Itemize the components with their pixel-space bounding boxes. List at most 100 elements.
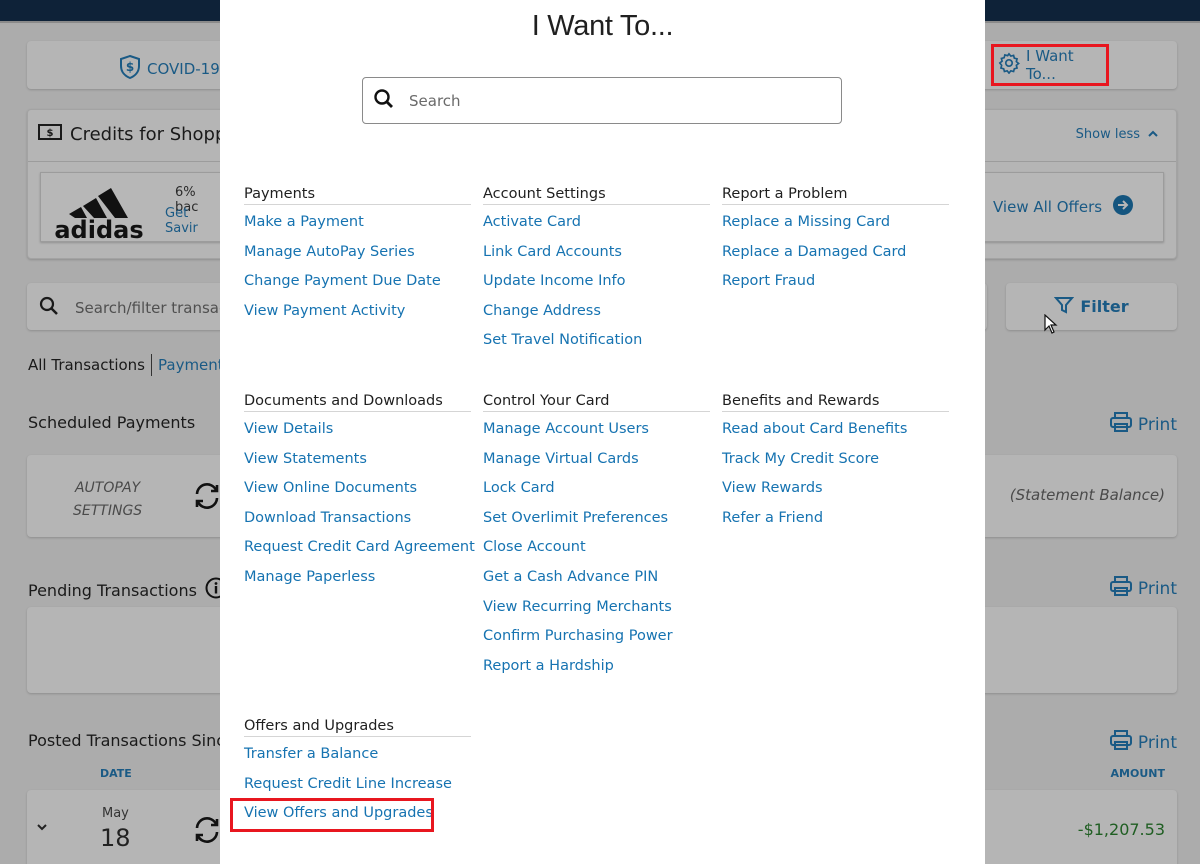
printer-icon xyxy=(1109,576,1132,601)
group-documents-and-downloads: Documents and Downloads View Details View … xyxy=(244,393,475,593)
transaction-search-placeholder: Search/filter transac xyxy=(75,299,228,317)
link-update-income-info[interactable]: Update Income Info xyxy=(483,267,710,297)
recurring-icon xyxy=(192,481,222,515)
autopay-line2: SETTINGS xyxy=(73,503,143,519)
view-all-offers-button[interactable]: View All Offers xyxy=(978,172,1164,242)
link-view-payment-activity[interactable]: View Payment Activity xyxy=(244,297,471,327)
link-view-offers-and-upgrades[interactable]: View Offers and Upgrades xyxy=(244,799,471,829)
transaction-tabs: All Transactions Payment A xyxy=(28,354,239,376)
i-want-to-button[interactable]: I Want To... xyxy=(991,44,1109,86)
group-report-a-problem: Report a Problem Replace a Missing Card Re… xyxy=(722,186,949,297)
recurring-icon xyxy=(192,815,222,849)
group-title: Control Your Card xyxy=(483,393,710,412)
link-read-about-card-benefits[interactable]: Read about Card Benefits xyxy=(722,415,949,445)
link-link-card-accounts[interactable]: Link Card Accounts xyxy=(483,238,710,268)
print-label: Print xyxy=(1137,732,1177,753)
scheduled-payments-label: Scheduled Payments xyxy=(28,413,196,432)
svg-text:adidas: adidas xyxy=(54,216,143,240)
link-transfer-a-balance[interactable]: Transfer a Balance xyxy=(244,740,471,770)
link-view-recurring-merchants[interactable]: View Recurring Merchants xyxy=(483,593,710,623)
chevron-up-icon xyxy=(1148,127,1158,142)
statement-balance-label: (Statement Balance) xyxy=(1009,486,1165,504)
link-replace-a-missing-card[interactable]: Replace a Missing Card xyxy=(722,208,949,238)
offer-tile-adidas[interactable]: adidas 6% bac Get Savir xyxy=(40,172,222,242)
print-label: Print xyxy=(1137,414,1177,435)
link-view-statements[interactable]: View Statements xyxy=(244,445,471,475)
posted-transactions-label: Posted Transactions Sinc xyxy=(28,731,226,750)
link-set-travel-notification[interactable]: Set Travel Notification xyxy=(483,326,710,356)
group-title: Offers and Upgrades xyxy=(244,718,471,737)
transaction-month: May xyxy=(102,806,129,821)
link-manage-paperless[interactable]: Manage Paperless xyxy=(244,563,471,593)
link-report-a-hardship[interactable]: Report a Hardship xyxy=(483,652,710,682)
link-replace-a-damaged-card[interactable]: Replace a Damaged Card xyxy=(722,238,949,268)
modal-search-box[interactable] xyxy=(362,77,842,124)
i-want-to-label: I Want To... xyxy=(1026,47,1074,83)
view-all-offers-label: View All Offers xyxy=(993,198,1103,216)
group-title: Benefits and Rewards xyxy=(722,393,949,412)
group-benefits-and-rewards: Benefits and Rewards Read about Card Bene… xyxy=(722,393,949,533)
link-get-a-cash-advance-pin[interactable]: Get a Cash Advance PIN xyxy=(483,563,710,593)
link-view-online-documents[interactable]: View Online Documents xyxy=(244,474,471,504)
link-manage-autopay-series[interactable]: Manage AutoPay Series xyxy=(244,238,471,268)
search-icon xyxy=(39,296,59,320)
adidas-logo: adidas xyxy=(54,188,144,240)
link-download-transactions[interactable]: Download Transactions xyxy=(244,504,471,534)
column-header-amount[interactable]: AMOUNT xyxy=(1111,767,1165,780)
print-label: Print xyxy=(1137,578,1177,599)
printer-icon xyxy=(1109,412,1132,437)
link-change-address[interactable]: Change Address xyxy=(483,297,710,327)
group-title: Documents and Downloads xyxy=(244,393,471,412)
link-refer-a-friend[interactable]: Refer a Friend xyxy=(722,504,949,534)
print-pending-button[interactable]: Print xyxy=(1109,576,1177,601)
transaction-day: 18 xyxy=(100,824,131,852)
link-confirm-purchasing-power[interactable]: Confirm Purchasing Power xyxy=(483,622,710,652)
pending-transactions-title: Pending Transactions xyxy=(28,577,227,603)
link-make-a-payment[interactable]: Make a Payment xyxy=(244,208,471,238)
link-activate-card[interactable]: Activate Card xyxy=(483,208,710,238)
link-view-details[interactable]: View Details xyxy=(244,415,471,445)
group-title: Payments xyxy=(244,186,471,205)
i-want-to-modal: I Want To... PaymentsMake a PaymentManag… xyxy=(220,0,985,864)
search-icon xyxy=(373,88,395,114)
tab-all-transactions[interactable]: All Transactions xyxy=(28,356,145,374)
transaction-amount: -$1,207.53 xyxy=(1077,820,1165,839)
link-close-account[interactable]: Close Account xyxy=(483,533,710,563)
autopay-settings-link[interactable]: AUTOPAY SETTINGS xyxy=(73,477,142,523)
link-lock-card[interactable]: Lock Card xyxy=(483,474,710,504)
svg-text:$: $ xyxy=(47,128,54,139)
link-change-payment-due-date[interactable]: Change Payment Due Date xyxy=(244,267,471,297)
link-view-rewards[interactable]: View Rewards xyxy=(722,474,949,504)
column-header-date[interactable]: DATE xyxy=(100,767,132,780)
chevron-down-icon[interactable] xyxy=(37,820,47,835)
link-manage-account-users[interactable]: Manage Account Users xyxy=(483,415,710,445)
group-control-your-card: Control Your Card Manage Account Users Man… xyxy=(483,393,710,681)
tab-separator xyxy=(151,354,152,376)
shield-dollar-icon: $ xyxy=(119,54,141,83)
group-offers-and-upgrades: Offers and Upgrades Transfer a Balance Req… xyxy=(244,718,471,829)
posted-transactions-title: Posted Transactions Sinc xyxy=(28,731,225,750)
group-title: Account Settings xyxy=(483,186,710,205)
link-manage-virtual-cards[interactable]: Manage Virtual Cards xyxy=(483,445,710,475)
show-less-toggle[interactable]: Show less xyxy=(1076,127,1158,142)
mouse-cursor-icon xyxy=(1044,313,1058,338)
credits-title: Credits for Shopp xyxy=(70,124,227,145)
link-request-credit-card-agreement[interactable]: Request Credit Card Agreement xyxy=(244,533,475,563)
link-set-overlimit-preferences[interactable]: Set Overlimit Preferences xyxy=(483,504,710,534)
link-report-fraud[interactable]: Report Fraud xyxy=(722,267,949,297)
print-posted-button[interactable]: Print xyxy=(1109,730,1177,755)
group-account-settings: Account Settings Activate Card Link Card A… xyxy=(483,186,710,356)
modal-search-input[interactable] xyxy=(409,91,809,110)
filter-button[interactable]: Filter xyxy=(1006,283,1177,330)
group-title: Report a Problem xyxy=(722,186,949,205)
group-payments: Payments Make a Payment Manage AutoPay Ser… xyxy=(244,186,471,326)
link-track-my-credit-score[interactable]: Track My Credit Score xyxy=(722,445,949,475)
scheduled-payments-title: Scheduled Payments xyxy=(28,413,195,432)
pending-transactions-label: Pending Transactions xyxy=(28,580,197,600)
show-less-label: Show less xyxy=(1075,127,1140,142)
print-scheduled-button[interactable]: Print xyxy=(1109,412,1177,437)
link-request-credit-line-increase[interactable]: Request Credit Line Increase xyxy=(244,770,471,800)
modal-title: I Want To... xyxy=(531,10,674,42)
offer-get-savings-link[interactable]: Get Savir xyxy=(165,206,221,236)
svg-text:$: $ xyxy=(126,60,134,74)
